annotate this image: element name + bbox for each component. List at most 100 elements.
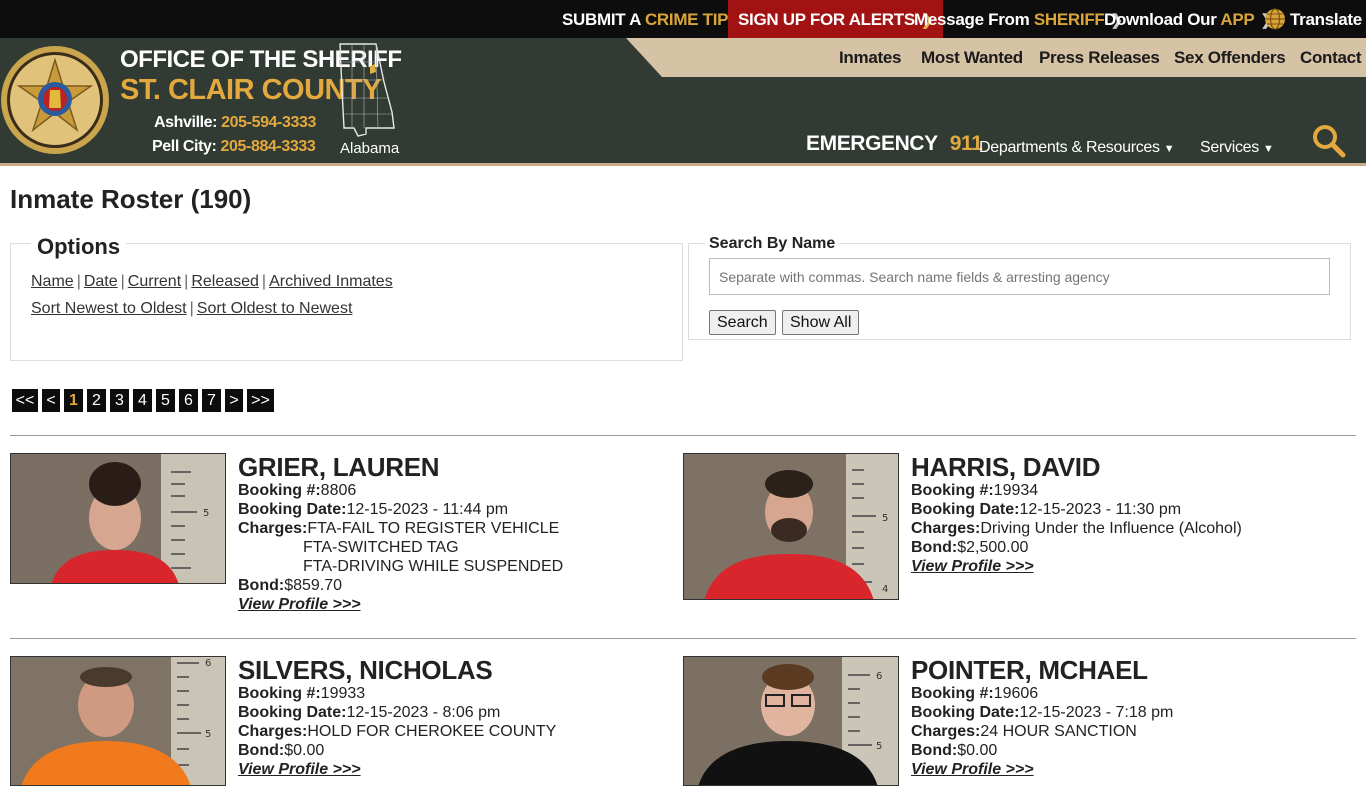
nav-most-wanted[interactable]: Most Wanted [921,38,1023,77]
booking-date-label: Booking Date: [238,501,347,518]
view-profile-link[interactable]: View Profile >>> [238,761,361,779]
download-app-link[interactable]: Download Our APP❯ [1104,0,1273,38]
svg-text:5: 5 [876,741,882,752]
sign-up-alerts-link[interactable]: SIGN UP FOR ALERTS ❯ [728,0,944,38]
emergency-number[interactable]: 911 [950,132,983,155]
bond-label: Bond: [911,742,958,759]
filter-name-link[interactable]: Name [31,273,74,290]
charges-label: Charges: [911,520,981,537]
alerts-text: SIGN UP FOR ALERTS [738,10,915,29]
mugshot-image: 6 5 [684,657,898,785]
booking-date-label: Booking Date: [911,704,1020,721]
emergency-line: EMERGENCY 911 [806,132,983,156]
view-profile-link[interactable]: View Profile >>> [911,558,1034,576]
booking-no-label: Booking #: [238,685,321,702]
bond-value: $0.00 [284,742,325,759]
nav-services[interactable]: Services ▼ [1200,139,1274,157]
bond: Bond:$859.70 [238,577,342,595]
inmate-name: GRIER, LAUREN [238,452,440,482]
chevron-down-icon: ▼ [1262,143,1274,155]
page-1-button[interactable]: 1 [64,389,83,412]
booking-date: Booking Date:12-15-2023 - 7:18 pm [911,704,1173,722]
crime-tip-highlight: CRIME TIP [644,10,729,29]
bond-label: Bond: [911,539,958,556]
sheriff-badge-logo[interactable] [0,44,110,156]
sort-oldest-link[interactable]: Sort Oldest to Newest [197,300,353,317]
booking-number: Booking #:19933 [238,685,365,703]
booking-date: Booking Date:12-15-2023 - 11:44 pm [238,501,508,519]
view-profile-link[interactable]: View Profile >>> [238,596,361,614]
booking-date-label: Booking Date: [238,704,347,721]
page-prev-button[interactable]: < [42,389,60,412]
page-5-button[interactable]: 5 [156,389,175,412]
page-3-button[interactable]: 3 [110,389,129,412]
charge-item: 24 HOUR SANCTION [980,723,1137,740]
search-button[interactable]: Search [709,310,776,335]
services-label: Services [1200,139,1259,156]
booking-date-value: 12-15-2023 - 11:30 pm [1019,501,1182,518]
view-profile-link[interactable]: View Profile >>> [911,761,1034,779]
charges-label: Charges: [238,520,308,537]
show-all-button[interactable]: Show All [782,310,860,335]
page-6-button[interactable]: 6 [179,389,198,412]
filter-current-link[interactable]: Current [128,273,181,290]
app-highlight: APP [1220,10,1255,29]
state-label: Alabama [340,140,400,157]
bond-value: $0.00 [957,742,998,759]
nav-departments-resources[interactable]: Departments & Resources ▼ [979,139,1175,157]
charges: Charges:Driving Under the Influence (Alc… [911,520,1242,538]
divider [10,638,1356,639]
translate-button[interactable]: Translate [1264,0,1362,38]
charge-item: FTA-FAIL TO REGISTER VEHICLE [307,520,560,537]
nav-inmates[interactable]: Inmates [839,38,901,77]
search-icon[interactable] [1312,124,1346,158]
sort-newest-link[interactable]: Sort Newest to Oldest [31,300,187,317]
inmate-photo[interactable]: 6 5 [10,656,226,786]
message-from-sheriff-link[interactable]: Message From SHERIFF ❯ [914,0,1123,38]
pell-number[interactable]: 205-884-3333 [221,138,316,155]
app-text: Download Our [1104,10,1221,29]
filter-date-link[interactable]: Date [84,273,118,290]
filter-released-link[interactable]: Released [191,273,259,290]
booking-no-value: 19606 [993,685,1039,702]
charge-item: FTA-SWITCHED TAG [303,539,459,556]
inmate-name: POINTER, MCHAEL [911,655,1148,685]
booking-number: Booking #:19606 [911,685,1038,703]
site-header: OFFICE OF THE SHERIFF ST. CLAIR COUNTY A… [0,38,1366,166]
page-2-button[interactable]: 2 [87,389,106,412]
inmate-photo[interactable]: 6 5 [683,656,899,786]
inmate-photo[interactable]: 5 [10,453,226,584]
svg-text:4: 4 [882,584,888,595]
globe-icon [1265,8,1285,30]
page-last-button[interactable]: >> [247,389,274,412]
charges-label: Charges: [238,723,308,740]
search-input[interactable] [709,258,1330,295]
top-bar: SUBMIT A CRIME TIP❯ SIGN UP FOR ALERTS❯ … [0,0,1366,38]
mugshot-image: 5 [11,454,225,583]
booking-no-label: Booking #: [911,482,994,499]
svg-text:6: 6 [876,671,882,682]
mugshot-image: 5 4 [684,454,898,599]
page-first-button[interactable]: << [12,389,38,412]
message-highlight: SHERIFF [1033,10,1105,29]
booking-no-label: Booking #: [238,482,321,499]
page-4-button[interactable]: 4 [133,389,152,412]
ashville-number[interactable]: 205-594-3333 [221,114,316,131]
nav-press-releases[interactable]: Press Releases [1039,38,1160,77]
filter-links: Name | Date | Current | Released | Archived Inma… [31,273,393,290]
charge-item: Driving Under the Influence (Alcohol) [980,520,1242,537]
charges: Charges:HOLD FOR CHEROKEE COUNTY [238,723,556,741]
page-next-button[interactable]: > [225,389,243,412]
booking-date-value: 12-15-2023 - 11:44 pm [346,501,509,518]
filter-archived-link[interactable]: Archived Inmates [269,273,393,290]
inmate-photo[interactable]: 5 4 [683,453,899,600]
nav-sex-offenders[interactable]: Sex Offenders [1174,38,1286,77]
bond-label: Bond: [238,577,285,594]
booking-date: Booking Date:12-15-2023 - 11:30 pm [911,501,1181,519]
page-7-button[interactable]: 7 [202,389,221,412]
booking-date-value: 12-15-2023 - 8:06 pm [346,704,501,721]
inmate-name: SILVERS, NICHOLAS [238,655,493,685]
submit-crime-tip-link[interactable]: SUBMIT A CRIME TIP❯ [562,0,747,38]
booking-no-value: 19933 [320,685,366,702]
nav-contact[interactable]: Contact [1300,38,1361,77]
